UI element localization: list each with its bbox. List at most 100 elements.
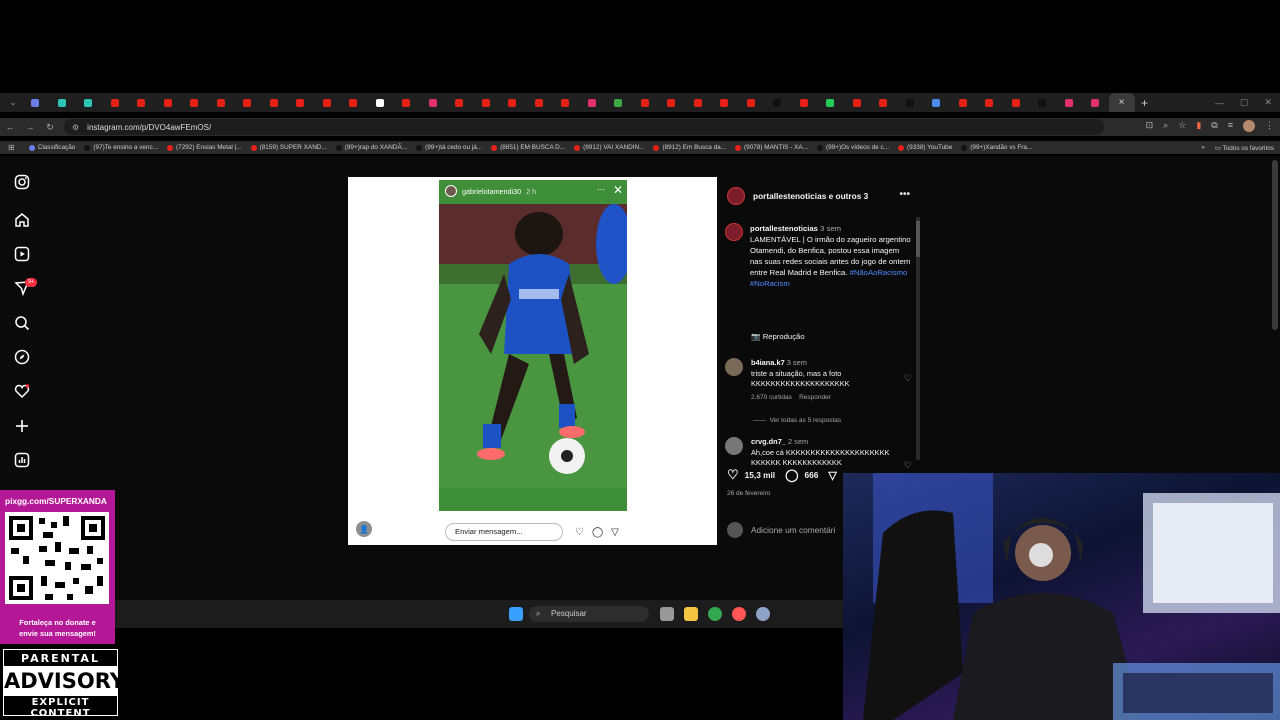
bookmark-item[interactable]: (97)Te ensino a venc...: [84, 144, 158, 151]
browser-tab[interactable]: [605, 93, 632, 112]
bookmark-item[interactable]: (8912) VAI XANDIN...: [574, 144, 644, 151]
browser-tab[interactable]: [181, 93, 208, 112]
new-tab-button[interactable]: +: [1135, 96, 1155, 110]
taskbar-search[interactable]: ⌕ Pesquisar: [529, 606, 649, 622]
story-more-icon[interactable]: ⋯: [597, 185, 605, 194]
bookmark-item[interactable]: (9078) MANTIS - XA...: [735, 144, 808, 151]
browser-tab[interactable]: [340, 93, 367, 112]
puzzle-icon[interactable]: ⧉: [1211, 120, 1217, 132]
story-close-icon[interactable]: ✕: [613, 183, 623, 197]
heart-icon[interactable]: [14, 383, 30, 399]
browser-tab[interactable]: [314, 93, 341, 112]
extension-icon[interactable]: ▮: [1196, 120, 1201, 132]
share-icon[interactable]: ▽: [828, 469, 836, 482]
create-icon[interactable]: [14, 418, 30, 434]
comments-scrollbar[interactable]: [916, 217, 920, 460]
browser-tab[interactable]: [287, 93, 314, 112]
install-icon[interactable]: ⊡: [1146, 120, 1154, 132]
browser-tab[interactable]: [923, 93, 950, 112]
minimize-icon[interactable]: —: [1215, 98, 1224, 108]
hashtag-link[interactable]: #NãoAoRacismo: [850, 268, 908, 277]
tagged-user-icon[interactable]: 👤: [356, 521, 372, 537]
browser-tab[interactable]: [420, 93, 447, 112]
page-scrollbar[interactable]: [1272, 160, 1278, 330]
browser-tab[interactable]: [870, 93, 897, 112]
file-explorer-icon[interactable]: [684, 607, 698, 621]
settings-icon[interactable]: [756, 607, 770, 621]
bookmark-item[interactable]: (8159) SUPER XAND...: [250, 144, 327, 151]
reply-button[interactable]: Responder: [799, 394, 831, 401]
more-bookmarks-icon[interactable]: »: [1201, 144, 1205, 151]
browser-tab[interactable]: [22, 93, 49, 112]
story-message-input[interactable]: Enviar mensagem...: [445, 523, 563, 541]
browser-tab[interactable]: [976, 93, 1003, 112]
browser-tab[interactable]: [685, 93, 712, 112]
story-avatar[interactable]: [445, 185, 457, 197]
explore-icon[interactable]: [14, 349, 30, 365]
close-tab-icon[interactable]: ×: [1119, 97, 1125, 108]
scroll-thumb[interactable]: [916, 221, 920, 257]
app-icon[interactable]: [732, 607, 746, 621]
kebab-icon[interactable]: ⋮: [1265, 120, 1274, 132]
browser-tab[interactable]: [658, 93, 685, 112]
browser-tab[interactable]: [499, 93, 526, 112]
browser-tab[interactable]: [711, 93, 738, 112]
reels-icon[interactable]: [14, 246, 30, 262]
bookmark-item[interactable]: (8912) Em Busca da...: [653, 144, 726, 151]
instagram-logo-icon[interactable]: [14, 174, 30, 190]
star-icon[interactable]: ☆: [1178, 120, 1186, 132]
comment-username[interactable]: crvg.dn7_: [751, 437, 786, 446]
browser-tab[interactable]: [446, 93, 473, 112]
forward-icon[interactable]: →: [20, 122, 40, 132]
browser-tab[interactable]: [632, 93, 659, 112]
comment-avatar[interactable]: [725, 437, 743, 455]
browser-tab[interactable]: [791, 93, 818, 112]
comment-likes[interactable]: 2.670 curtidas: [751, 394, 792, 401]
browser-tab[interactable]: [393, 93, 420, 112]
browser-tab[interactable]: [75, 93, 102, 112]
bookmark-item[interactable]: (9338) YouTube: [898, 144, 952, 151]
home-icon[interactable]: [14, 212, 30, 228]
browser-tab[interactable]: [128, 93, 155, 112]
browser-tab[interactable]: [1056, 93, 1083, 112]
post-options-icon[interactable]: •••: [899, 189, 910, 200]
browser-tab[interactable]: [552, 93, 579, 112]
browser-tab[interactable]: [764, 93, 791, 112]
all-bookmarks[interactable]: ▭ Todos os favoritos: [1215, 144, 1274, 152]
zoom-icon[interactable]: ⌕: [1163, 120, 1168, 132]
menu-icon[interactable]: ≡: [1228, 120, 1233, 132]
bookmark-item[interactable]: (8851) EM BUSCA D...: [491, 144, 565, 151]
browser-tab[interactable]: [1029, 93, 1056, 112]
bookmark-item[interactable]: (99+)Os vídeos de c...: [816, 144, 889, 151]
author-avatar[interactable]: [727, 187, 745, 205]
add-comment-input[interactable]: Adicione um comentári: [751, 525, 835, 535]
like-icon[interactable]: ♡: [727, 467, 739, 483]
user-avatar[interactable]: [727, 522, 743, 538]
browser-tab[interactable]: [1082, 93, 1109, 112]
reload-icon[interactable]: ↻: [40, 122, 60, 133]
browser-tab[interactable]: [473, 93, 500, 112]
like-count[interactable]: 15,3 mil: [745, 470, 775, 480]
bookmark-item[interactable]: (99+)rap do XANDÃ...: [335, 144, 407, 151]
story-username[interactable]: gabrielotamendi30: [462, 187, 521, 196]
close-window-icon[interactable]: ✕: [1264, 97, 1272, 108]
browser-tab[interactable]: [817, 93, 844, 112]
view-replies-link[interactable]: —— Ver todas as 5 respostas: [753, 417, 841, 424]
caption-username[interactable]: portallestenoticias: [750, 224, 818, 233]
browser-tab[interactable]: [526, 93, 553, 112]
story-share-icon[interactable]: ▽: [611, 527, 619, 538]
browser-tab[interactable]: [234, 93, 261, 112]
comment-like-icon[interactable]: ♡: [904, 373, 912, 384]
browser-tab[interactable]: [1003, 93, 1030, 112]
browser-tab[interactable]: [208, 93, 235, 112]
comment-icon[interactable]: ◯: [785, 468, 798, 482]
tab-search-icon[interactable]: ⌄: [4, 93, 22, 112]
bookmark-item[interactable]: (99+)tá cedo ou já...: [416, 144, 482, 151]
hashtag-link[interactable]: #NoRacism: [750, 279, 790, 288]
comment-username[interactable]: b4iana.k7: [751, 358, 785, 367]
back-icon[interactable]: ←: [0, 122, 20, 132]
story-like-icon[interactable]: ♡: [575, 527, 584, 538]
search-icon[interactable]: [14, 315, 30, 331]
comment-avatar[interactable]: [725, 358, 743, 376]
browser-tab[interactable]: [49, 93, 76, 112]
